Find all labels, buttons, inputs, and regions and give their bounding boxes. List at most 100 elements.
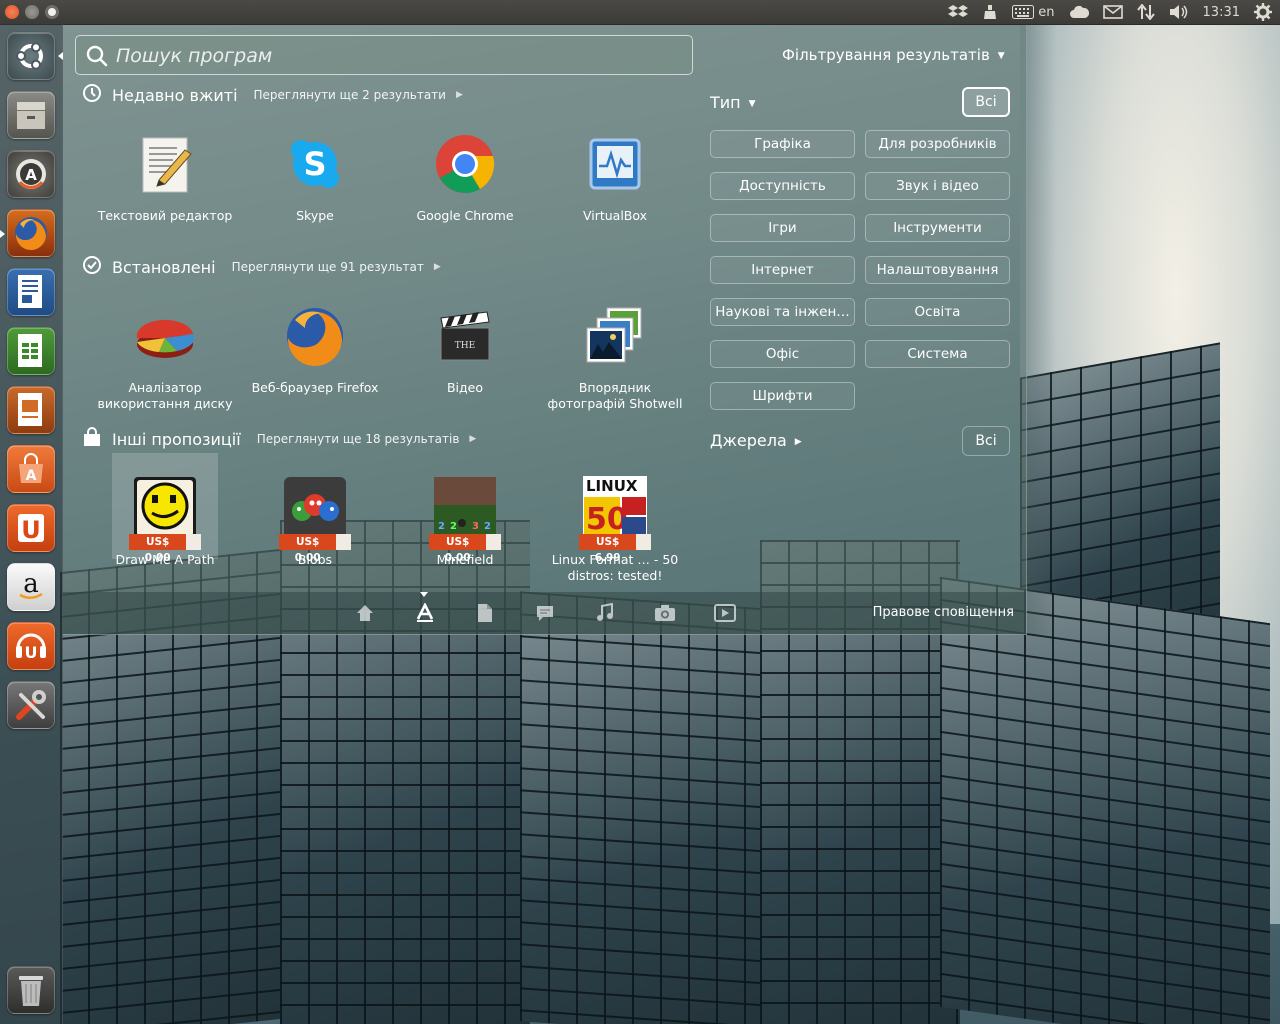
price-label: US$ 6.99 [579,534,637,564]
home-icon[interactable] [354,602,376,624]
app-tile-disk-usage-analyzer[interactable]: Аналізатор використання диску [90,300,240,412]
filter-button[interactable]: Графіка [710,130,855,158]
category-title: Встановлені [112,257,216,277]
file-manager-icon[interactable] [7,91,55,139]
filter-button[interactable]: Наукові та інжен… [710,298,855,326]
clock[interactable]: 13:31 [1203,5,1240,20]
cloud-icon[interactable] [1069,5,1089,19]
app-tile-shotwell[interactable]: Впорядник фотографій Shotwell [540,300,690,412]
app-tile-video[interactable]: THE Відео [390,300,540,396]
blobs-game-icon: US$ 0.00 [279,472,351,564]
filter-results-toggle[interactable]: Фільтрування результатів ▼ [782,46,1005,64]
mail-icon[interactable] [1102,5,1123,19]
price-label: US$ 0.00 [279,534,337,564]
app-tile-virtualbox[interactable]: VirtualBox [540,128,690,224]
magazine-cover-icon: LINUX 50 US$ 6.99 [579,472,651,564]
svg-text:A: A [26,468,37,484]
filter-sources-all-button[interactable]: Всі [962,426,1010,456]
filter-button[interactable]: Звук і відео [865,172,1010,200]
app-label: Skype [296,208,334,223]
svg-text:2: 2 [450,521,457,532]
trash-icon[interactable] [7,966,55,1014]
expand-arrow-icon: ▶ [455,90,463,100]
gift-box-icon [186,534,201,550]
music-icon[interactable] [594,602,616,624]
price-tag: US$ 6.99 [579,534,651,564]
ubuntu-logo-icon[interactable] [7,32,55,80]
writer-icon[interactable] [7,268,55,316]
minimize-window-button[interactable] [25,5,39,19]
filter-button[interactable]: Шрифти [710,382,855,410]
update-manager-icon[interactable]: A [7,150,55,198]
svg-text:A: A [25,166,37,184]
app-tile-firefox[interactable]: Веб-браузер Firefox [240,300,390,396]
filter-button[interactable]: Інструменти [865,214,1010,242]
app-tile-google-chrome[interactable]: Google Chrome [390,128,540,224]
search-box[interactable] [75,35,693,76]
filter-button[interactable]: Доступність [710,172,855,200]
filter-button[interactable]: Ігри [710,214,855,242]
close-window-button[interactable] [5,5,19,19]
maximize-window-button[interactable] [45,5,59,19]
usb-drive-icon[interactable] [982,4,998,20]
see-more-link[interactable]: Переглянути ще 91 результат [232,260,424,274]
app-label: Веб-браузер Firefox [251,380,379,395]
app-tile-blobs[interactable]: US$ 0.00 Blobs [240,472,390,568]
calc-icon[interactable] [7,327,55,375]
filter-button[interactable]: Інтернет [710,256,855,284]
launcher: A A U a U [0,24,63,1024]
see-more-link[interactable]: Переглянути ще 18 результатів [257,432,460,446]
firefox-icon[interactable] [7,209,55,257]
social-icon[interactable] [534,602,556,624]
filter-button[interactable]: Для розробників [865,130,1010,158]
filter-title-label: Фільтрування результатів [782,46,990,64]
video-icon[interactable] [714,602,736,624]
app-tile-skype[interactable]: S Skype [240,128,390,224]
see-more-link[interactable]: Переглянути ще 2 результати [254,88,446,102]
photos-icon[interactable] [654,602,676,624]
category-suggestions-header[interactable]: Інші пропозиції Переглянути ще 18 резуль… [82,426,476,452]
virtualbox-icon [579,128,651,200]
app-tile-text-editor[interactable]: Текстовий редактор [90,128,240,224]
svg-text:2: 2 [484,521,491,532]
svg-text:U: U [25,643,38,662]
app-label: Впорядник фотографій Shotwell [547,380,683,411]
software-center-icon[interactable]: A [7,445,55,493]
filter-button[interactable]: Офіс [710,340,855,368]
filter-sources-heading[interactable]: Джерела ▶ [710,431,802,450]
filter-button[interactable]: Налаштовування [865,256,1010,284]
firefox-icon [279,300,351,372]
clock-icon [82,83,102,107]
category-installed-header[interactable]: Встановлені Переглянути ще 91 результат … [82,254,441,280]
search-input[interactable] [114,36,678,76]
ubuntu-one-icon[interactable]: U [7,504,55,552]
dropbox-icon[interactable] [948,4,969,20]
dash-window: Недавно вжиті Переглянути ще 2 результат… [62,24,1027,635]
impress-icon[interactable] [7,386,55,434]
filter-button[interactable]: Система [865,340,1010,368]
app-tile-linux-format[interactable]: LINUX50 US$ 6.99 Linux Format … - 50 dis… [540,472,690,584]
keyboard-layout-label: en [1038,4,1055,20]
keyboard-icon[interactable]: en [1012,4,1055,20]
filter-type-all-button[interactable]: Всі [962,87,1010,117]
filter-type-heading[interactable]: Тип ▼ [710,93,756,112]
category-recent-header[interactable]: Недавно вжиті Переглянути ще 2 результат… [82,82,463,108]
price-label: US$ 0.00 [429,534,487,564]
active-lens-indicator [420,592,428,597]
filter-sources-label: Джерела [710,431,787,450]
svg-text:THE: THE [455,341,475,351]
applications-icon[interactable] [414,602,436,624]
legal-notice-link[interactable]: Правове сповіщення [873,605,1014,620]
network-icon[interactable] [1136,4,1155,20]
filter-button[interactable]: Освіта [865,298,1010,326]
app-label: Відео [446,380,484,395]
system-settings-icon[interactable] [7,681,55,729]
chrome-icon [429,128,501,200]
amazon-icon[interactable]: a [7,563,55,611]
volume-icon[interactable] [1169,4,1189,20]
files-icon[interactable] [474,602,496,624]
app-tile-draw-me-a-path[interactable]: US$ 0.00 Draw Me A Path [90,472,240,568]
app-tile-minefield[interactable]: 2232 US$ 0.00 Minefield [390,472,540,568]
settings-gear-icon[interactable] [1254,3,1272,21]
ubuntu-one-music-icon[interactable]: U [7,622,55,670]
